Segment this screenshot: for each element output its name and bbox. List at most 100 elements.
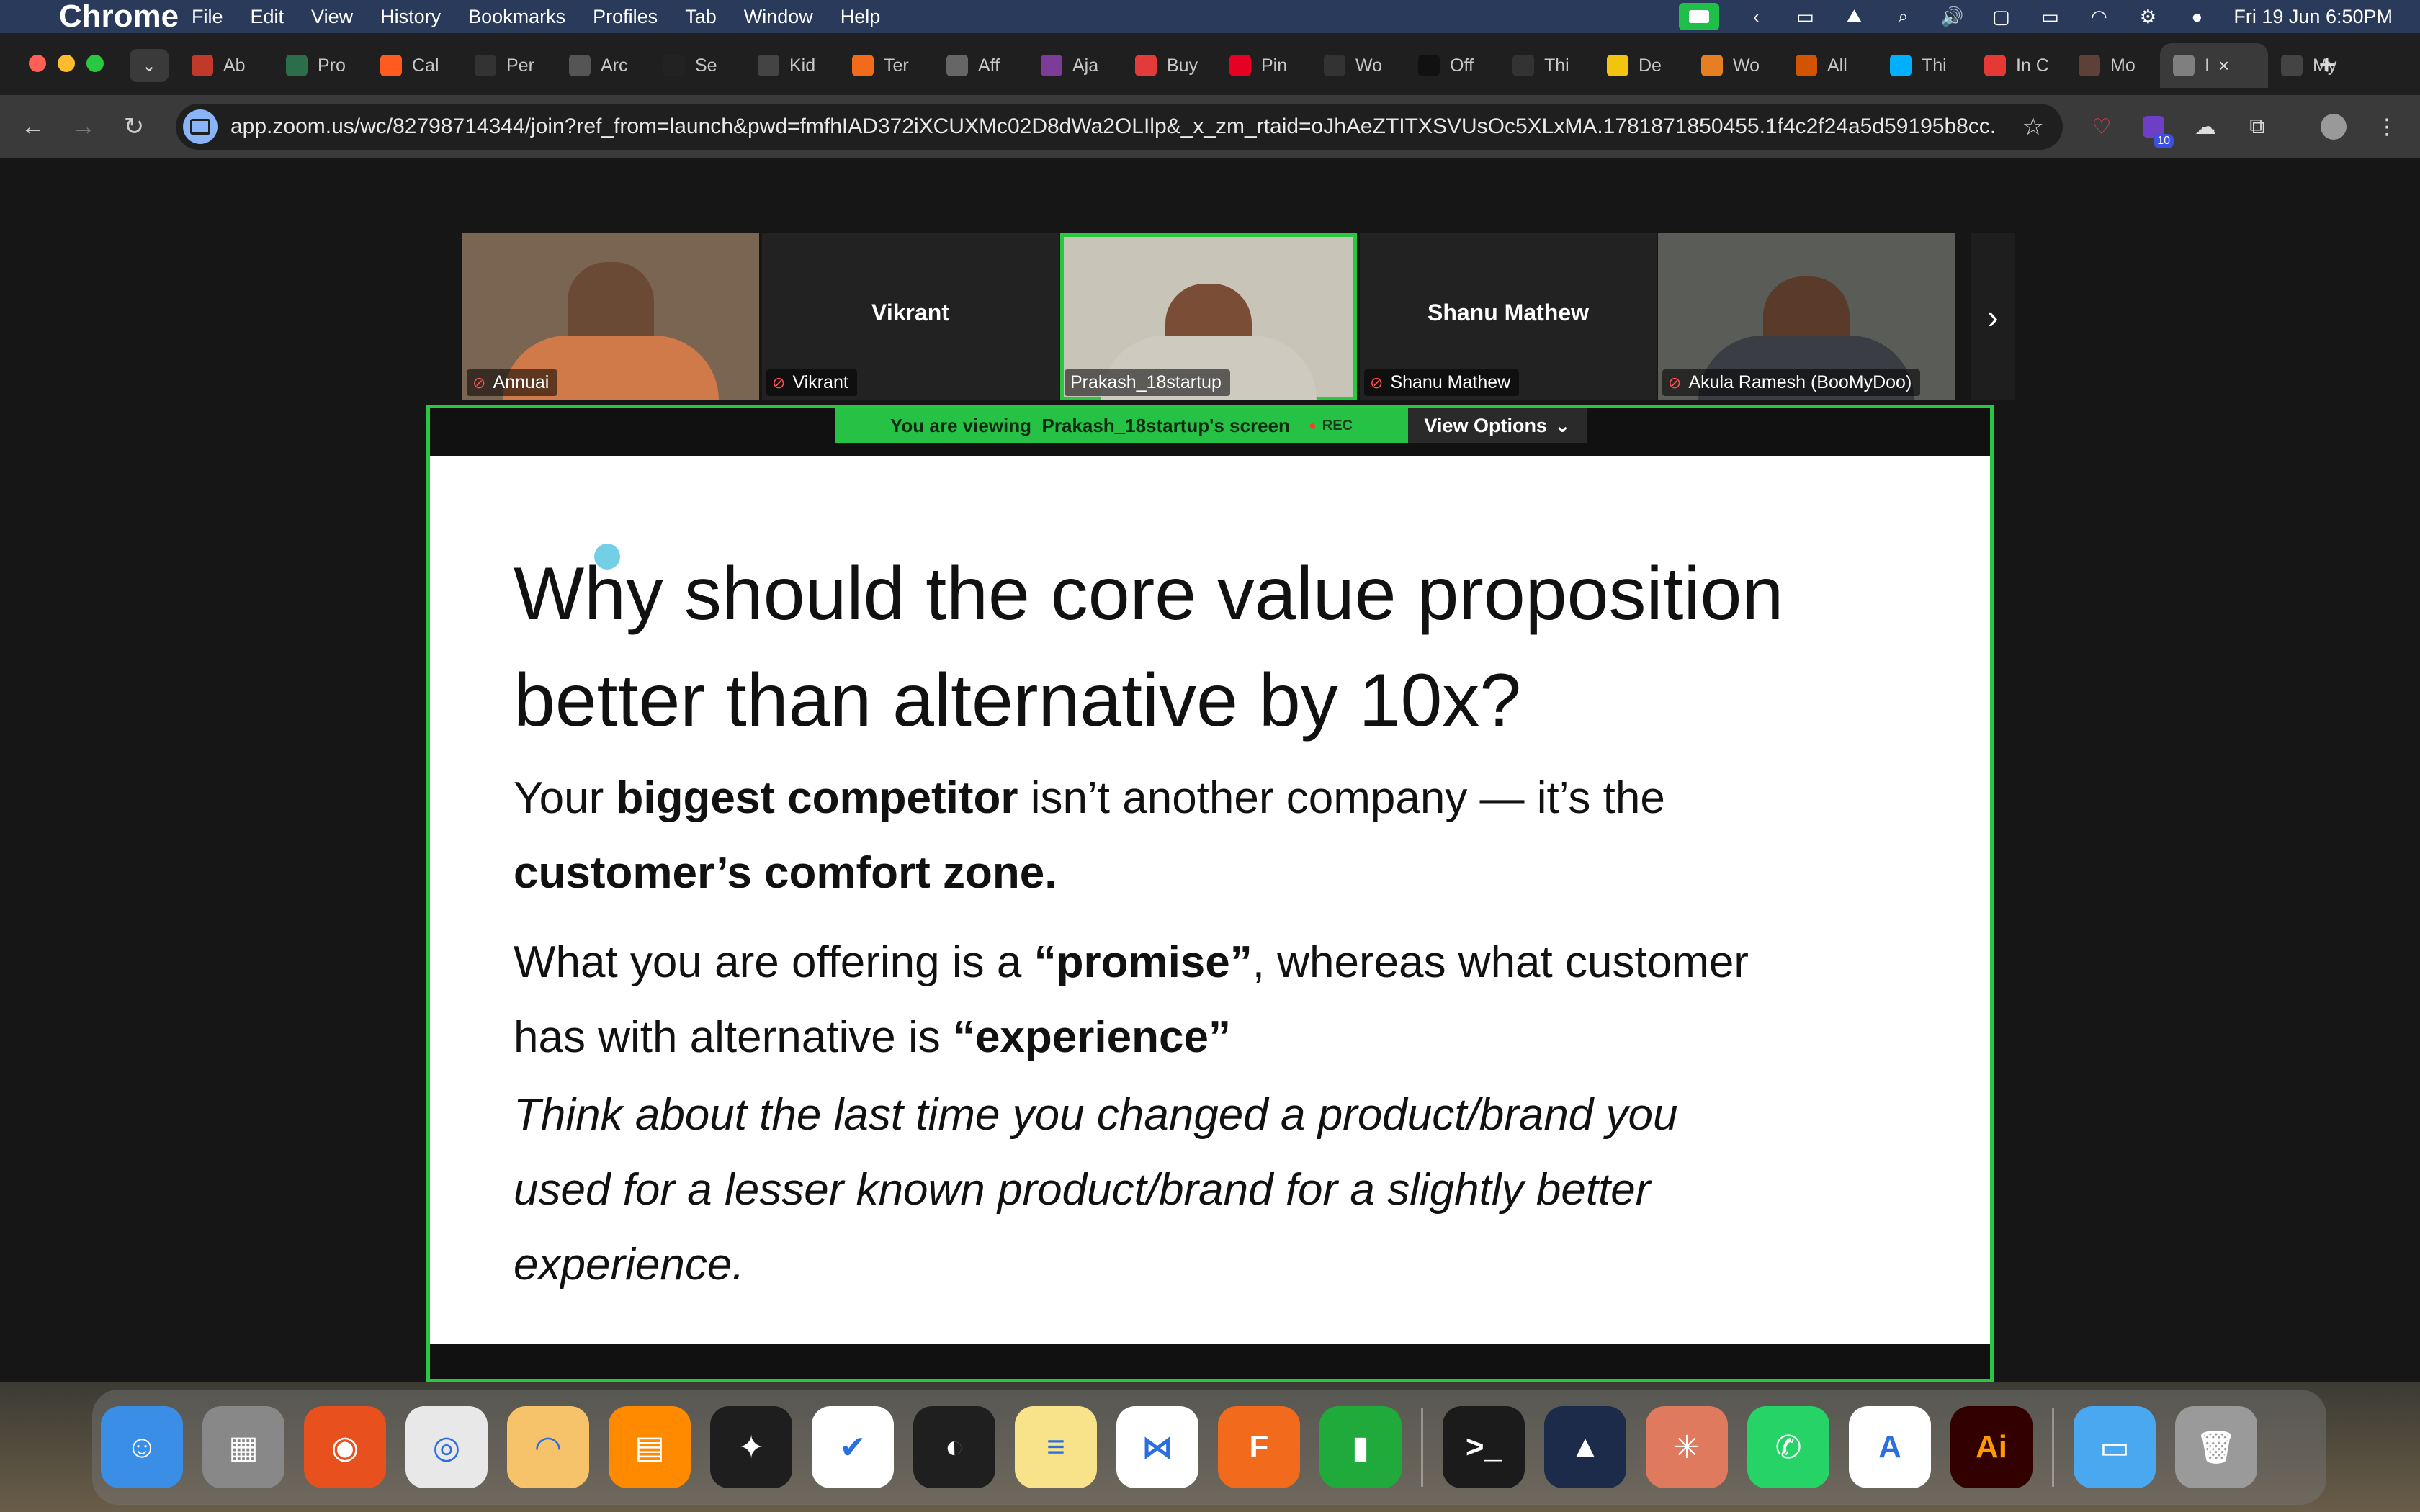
forward-button[interactable]: → [68,111,99,143]
more-menu-icon[interactable]: ⋮ [2370,109,2404,144]
participant-tile-vikrant[interactable]: Vikrant ⊘ Vikrant [762,233,1059,400]
browser-tab[interactable]: Aja [1028,43,1122,88]
notes-app-icon[interactable]: ◐ [913,1406,995,1488]
clock[interactable]: Fri 19 Jun 6:50PM [2233,6,2393,28]
firefox-icon[interactable]: ◉ [304,1406,386,1488]
participant-tile-annuai[interactable]: ⊘ Annuai [462,233,759,400]
back-button[interactable]: ← [17,111,49,143]
menu-tab[interactable]: Tab [685,6,717,28]
view-options-button[interactable]: View Options ⌄ [1408,408,1587,443]
numbers-icon[interactable]: ▮ [1319,1406,1402,1488]
browser-tab[interactable]: Pin [1216,43,1311,88]
fusion-icon[interactable]: F [1218,1406,1300,1488]
menu-file[interactable]: File [192,6,223,28]
mountain-icon[interactable]: ⛰ [1842,5,1866,27]
url-text[interactable]: app.zoom.us/wc/82798714344/join?ref_from… [230,114,1995,139]
share-status-bar: You are viewing Prakash_18startup's scre… [430,408,1990,456]
close-tab-icon[interactable]: × [2218,55,2229,77]
browser-tab[interactable]: Wo [1688,43,1783,88]
books-icon[interactable]: ▤ [609,1406,691,1488]
menu-profiles[interactable]: Profiles [593,6,658,28]
tab-title: Per [506,55,534,76]
battery-icon[interactable]: ▭ [2038,6,2062,27]
spotlight-search-icon[interactable]: ⌕ [1891,5,1915,27]
tab-favicon-icon [1512,55,1534,76]
zoom-video-status-icon[interactable] [1679,3,1720,30]
tab-favicon-icon [663,55,685,76]
whatsapp-icon[interactable]: ✆ [1747,1406,1829,1488]
illustrator-icon[interactable]: Ai [1950,1406,2033,1488]
trash-icon[interactable]: 🗑 [2175,1406,2257,1488]
extension-badge-icon[interactable]: 10 [2136,109,2174,148]
cloud-icon[interactable]: ☁ [2188,109,2223,144]
browser-tab[interactable]: Cal [367,43,462,88]
chevron-left-icon[interactable]: ‹ [1744,6,1768,27]
affinity-icon[interactable]: ▲ [1544,1406,1626,1488]
mic-muted-icon: ⊘ [472,373,486,392]
browser-tab[interactable]: Thi [1500,43,1594,88]
fullscreen-window-button[interactable] [86,55,104,72]
new-tab-button[interactable]: + [2309,45,2345,85]
wifi-icon[interactable]: ◠ [2087,6,2111,27]
participant-tile-shanu[interactable]: Shanu Mathew ⊘ Shanu Mathew [1360,233,1657,400]
browser-tab[interactable]: Wo [1311,43,1405,88]
tab-favicon-icon [946,55,968,76]
browser-tab[interactable]: De [1594,43,1688,88]
site-info-icon[interactable] [183,109,218,144]
browser-tab[interactable]: Thi [1877,43,1971,88]
instruments-icon[interactable]: A [1849,1406,1931,1488]
chrome-icon[interactable]: ◎ [405,1406,488,1488]
tab-strip: ⌄ Ab Pro Cal Per Arc Se Kid Ter Aff Aja Buy Pin Wo Of… [0,33,2420,95]
menu-help[interactable]: Help [841,6,881,28]
participant-tile-akula[interactable]: ⊘ Akula Ramesh (BooMyDoo) [1658,233,1955,400]
menu-history[interactable]: History [380,6,441,28]
profile-avatar[interactable] [2316,109,2351,144]
browser-tab[interactable]: Arc [556,43,650,88]
asterisk-icon[interactable]: ✳ [1646,1406,1728,1488]
menu-bookmarks[interactable]: Bookmarks [468,6,565,28]
pocket-icon[interactable]: ♡ [2084,109,2119,144]
next-participants-button[interactable]: › [1971,233,2015,400]
control-center-icon[interactable]: ⚙ [2136,6,2160,27]
browser-tab[interactable]: Buy [1122,43,1216,88]
finder-icon[interactable]: ☺ [101,1406,183,1488]
browser-tab[interactable]: Off [1405,43,1500,88]
address-bar[interactable]: app.zoom.us/wc/82798714344/join?ref_from… [176,104,2063,150]
terminal-icon[interactable]: >_ [1443,1406,1525,1488]
tab-title: Pro [318,55,346,76]
figma-icon[interactable]: ✦ [710,1406,792,1488]
checkmark-icon[interactable]: ✔ [812,1406,894,1488]
folder-icon[interactable]: ▭ [2074,1406,2156,1488]
tab-search-button[interactable]: ⌄ [130,49,169,82]
stickies-icon[interactable]: ≡ [1015,1406,1097,1488]
browser-tab[interactable]: Ab [179,43,273,88]
menu-window[interactable]: Window [744,6,813,28]
minimize-window-button[interactable] [58,55,75,72]
volume-icon[interactable]: 🔊 [1940,6,1964,27]
browser-tab[interactable]: I × [2160,43,2268,88]
extensions-puzzle-icon[interactable]: ⧉ [2240,109,2275,144]
participant-tile-prakash[interactable]: Prakash_18startup [1060,233,1357,400]
menu-edit[interactable]: Edit [251,6,284,28]
display-icon[interactable]: ▭ [1793,6,1817,27]
tab-favicon-icon [1229,55,1251,76]
bookmark-star-icon[interactable]: ☆ [2022,112,2044,141]
reload-button[interactable]: ↻ [118,111,150,143]
close-window-button[interactable] [29,55,46,72]
browser-tab[interactable]: Per [462,43,556,88]
vscode-icon[interactable]: ⋈ [1116,1406,1198,1488]
launchpad-icon[interactable]: ▦ [202,1406,284,1488]
tab-title: Off [1450,55,1474,76]
menu-view[interactable]: View [311,6,353,28]
browser-tab[interactable]: Ter [839,43,933,88]
window-icon[interactable]: ▢ [1989,6,2013,27]
siri-icon[interactable]: ● [2184,6,2209,27]
arc-icon[interactable]: ◠ [507,1406,589,1488]
browser-tab[interactable]: Se [650,43,745,88]
browser-tab[interactable]: All [1783,43,1877,88]
browser-tab[interactable]: Pro [273,43,367,88]
browser-tab[interactable]: Kid [745,43,839,88]
browser-tab[interactable]: Mo [2066,43,2160,88]
browser-tab[interactable]: In C [1971,43,2066,88]
browser-tab[interactable]: Aff [933,43,1028,88]
